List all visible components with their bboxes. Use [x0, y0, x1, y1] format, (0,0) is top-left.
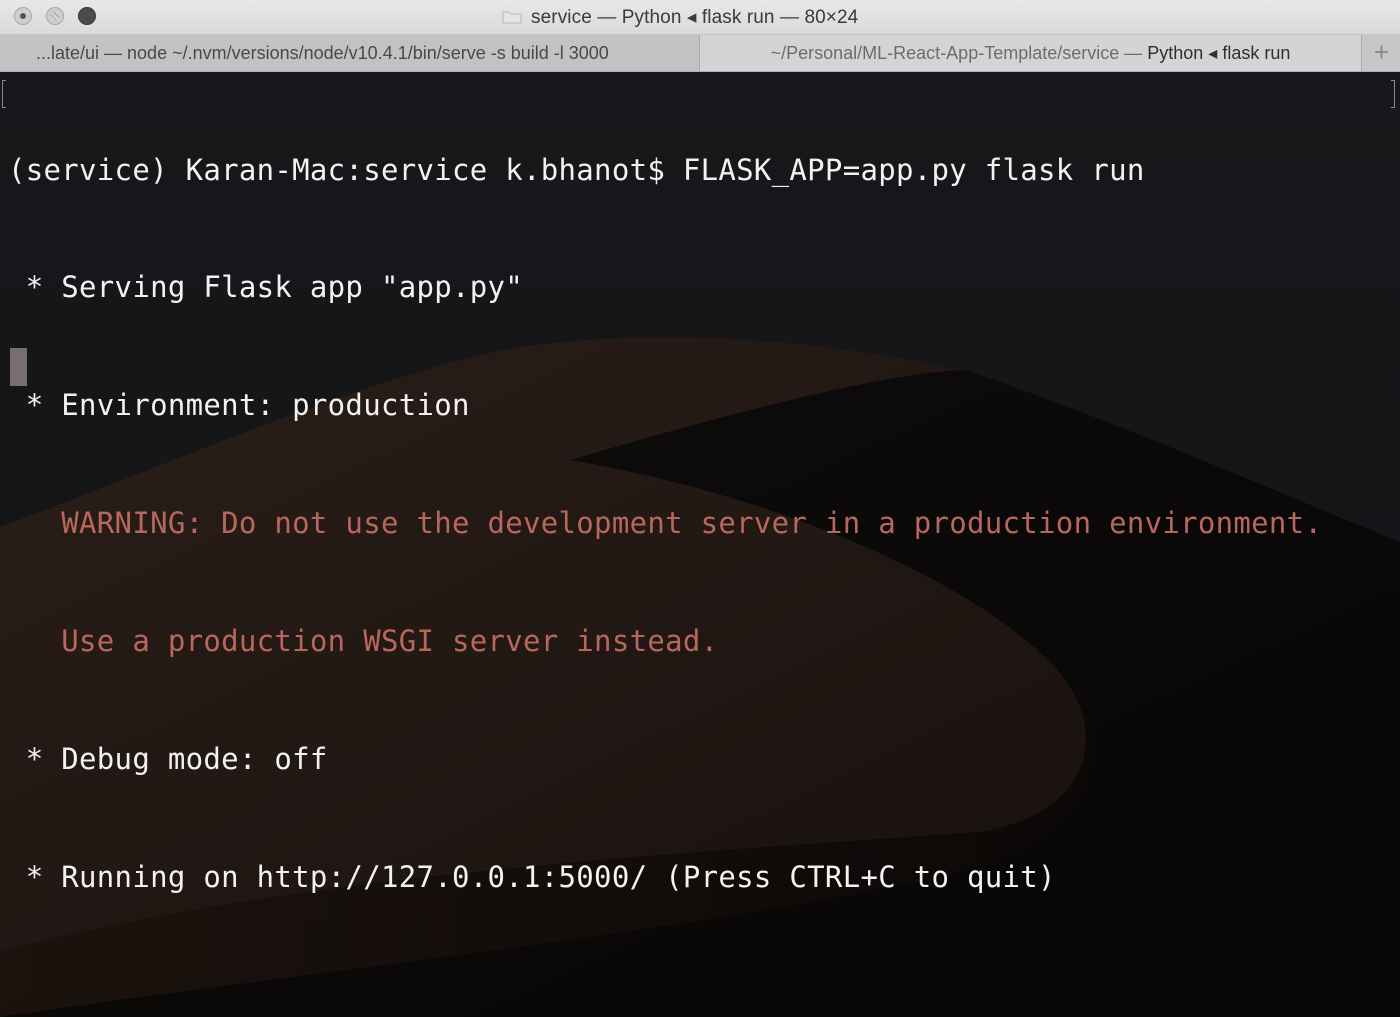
terminal-line-running: * Running on http://127.0.0.1:5000/ (Pre… [8, 859, 1056, 894]
tab-label-process: Python ◂ flask run [1147, 43, 1291, 63]
tab-flask-run[interactable]: ~/Personal/ML-React-App-Template/service… [700, 35, 1362, 71]
zoom-button[interactable] [78, 7, 96, 25]
window-title: service — Python ◂ flask run — 80×24 [531, 7, 859, 28]
mark-bracket-right [1391, 80, 1395, 108]
terminal-line-warning: WARNING: Do not use the development serv… [8, 506, 1323, 541]
minimize-button[interactable] [46, 7, 64, 25]
tab-label-path: ~/Personal/ML-React-App-Template/service… [770, 43, 1148, 63]
folder-icon [502, 11, 522, 24]
terminal-line-environment: * Environment: production [8, 388, 470, 423]
close-button[interactable] [14, 7, 32, 25]
terminal-output: (service) Karan-Mac:service k.bhanot$ FL… [8, 72, 1322, 976]
terminal-window: service — Python ◂ flask run — 80×24 ...… [0, 0, 1400, 1017]
terminal-line-warning-2: Use a production WSGI server instead. [8, 624, 719, 659]
terminal-line-command: (service) Karan-Mac:service k.bhanot$ FL… [8, 152, 1145, 187]
terminal-line-serving: * Serving Flask app "app.py" [8, 270, 524, 305]
title-bar[interactable]: service — Python ◂ flask run — 80×24 [0, 0, 1400, 35]
tab-bar: ...late/ui — node ~/.nvm/versions/node/v… [0, 35, 1400, 72]
new-tab-button[interactable]: + [1363, 35, 1400, 71]
terminal-line-debug: * Debug mode: off [8, 742, 328, 777]
terminal-cursor [10, 348, 27, 386]
terminal-content[interactable]: (service) Karan-Mac:service k.bhanot$ FL… [0, 72, 1400, 1017]
tab-label: ...late/ui — node ~/.nvm/versions/node/v… [36, 43, 609, 63]
tab-node-serve[interactable]: ...late/ui — node ~/.nvm/versions/node/v… [0, 35, 700, 71]
mark-bracket-left [2, 80, 6, 108]
